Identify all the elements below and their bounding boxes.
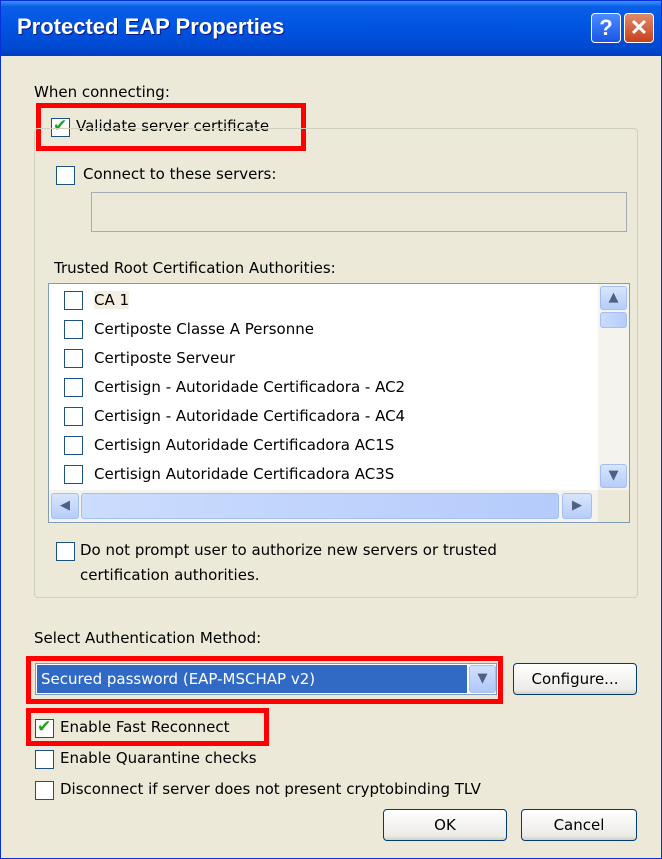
scroll-right-icon[interactable]: ▶: [562, 493, 592, 519]
authority-name: Certisign - Autoridade Certificadora - A…: [94, 407, 406, 425]
authority-name: Certisign Autoridade Certificadora AC3S: [94, 465, 395, 483]
authority-checkbox[interactable]: [64, 407, 83, 426]
authority-name: Certisign Autoridade Certificadora AC1S: [94, 436, 395, 454]
quarantine-checkbox[interactable]: [35, 750, 54, 769]
highlight-box-auth-method: [26, 656, 503, 704]
horizontal-scroll-thumb[interactable]: [81, 493, 559, 519]
no-prompt-label-line1: Do not prompt user to authorize new serv…: [80, 541, 497, 559]
authority-checkbox[interactable]: [64, 291, 83, 310]
highlight-box-fast-reconnect: [26, 708, 269, 746]
authorities-listbox[interactable]: CA 1 Certiposte Classe A Personne Certip…: [48, 283, 630, 523]
close-button[interactable]: ✕: [624, 13, 654, 43]
vertical-scroll-thumb[interactable]: [600, 312, 627, 328]
configure-button[interactable]: Configure...: [513, 663, 637, 695]
vertical-scrollbar[interactable]: ▲ ▼: [598, 284, 629, 490]
ok-button[interactable]: OK: [383, 809, 507, 841]
authority-name: Certisign - Autoridade Certificadora - A…: [94, 378, 406, 396]
auth-method-label: Select Authentication Method:: [34, 629, 262, 647]
scroll-down-icon[interactable]: ▼: [600, 464, 627, 488]
authority-checkbox[interactable]: [64, 465, 83, 484]
help-button[interactable]: ?: [591, 13, 621, 43]
scrollbar-corner: [598, 490, 629, 522]
servers-input[interactable]: [91, 192, 627, 232]
horizontal-scrollbar[interactable]: ◀ ▶: [49, 490, 598, 522]
when-connecting-label: When connecting:: [34, 83, 170, 101]
authority-name: CA 1: [94, 291, 130, 309]
quarantine-label: Enable Quarantine checks: [60, 749, 257, 767]
authority-name: Certiposte Classe A Personne: [94, 320, 314, 338]
cryptobinding-label: Disconnect if server does not present cr…: [60, 780, 481, 798]
authority-checkbox[interactable]: [64, 378, 83, 397]
authority-checkbox[interactable]: [64, 320, 83, 339]
cancel-button[interactable]: Cancel: [521, 809, 637, 841]
scroll-left-icon[interactable]: ◀: [51, 493, 79, 519]
authority-checkbox[interactable]: [64, 349, 83, 368]
dialog-window: Protected EAP Properties ? ✕ When connec…: [0, 0, 662, 859]
window-title: Protected EAP Properties: [17, 14, 285, 39]
connect-servers-checkbox[interactable]: [56, 166, 75, 185]
title-bar[interactable]: Protected EAP Properties ? ✕: [1, 1, 661, 56]
connect-servers-label: Connect to these servers:: [83, 165, 277, 183]
cryptobinding-checkbox[interactable]: [35, 781, 54, 800]
scroll-up-icon[interactable]: ▲: [600, 286, 627, 310]
authority-name: Certiposte Serveur: [94, 349, 236, 367]
authority-checkbox[interactable]: [64, 436, 83, 455]
no-prompt-label-line2: certification authorities.: [80, 566, 260, 584]
no-prompt-checkbox[interactable]: [56, 542, 75, 561]
trusted-authorities-label: Trusted Root Certification Authorities:: [54, 259, 336, 277]
